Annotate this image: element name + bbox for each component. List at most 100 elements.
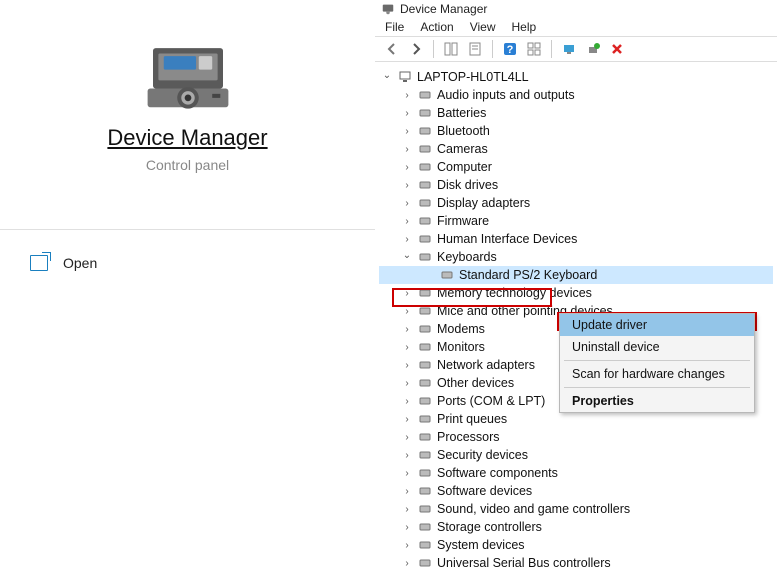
menu-file[interactable]: File (385, 20, 404, 34)
menu-action[interactable]: Action (420, 20, 453, 34)
chevron-icon[interactable] (401, 504, 413, 515)
category-label: Monitors (437, 340, 485, 354)
device-icon (439, 267, 455, 283)
tree-category[interactable]: Universal Serial Bus controllers (379, 554, 773, 572)
category-label: Disk drives (437, 178, 498, 192)
chevron-icon[interactable] (401, 306, 413, 317)
chevron-icon[interactable] (401, 486, 413, 497)
scan-hardware-icon[interactable] (560, 40, 578, 58)
tree-category[interactable]: Software components (379, 464, 773, 482)
category-icon (417, 447, 433, 463)
chevron-icon[interactable] (401, 162, 413, 173)
window-title: Device Manager (400, 2, 487, 16)
category-icon (417, 555, 433, 571)
chevron-down-icon[interactable] (381, 72, 393, 83)
window-titlebar: Device Manager (375, 0, 777, 18)
grid-icon[interactable] (525, 40, 543, 58)
category-label: Memory technology devices (437, 286, 592, 300)
tree-category[interactable]: Sound, video and game controllers (379, 500, 773, 518)
chevron-icon[interactable] (401, 414, 413, 425)
chevron-icon[interactable] (401, 396, 413, 407)
forward-button[interactable] (407, 40, 425, 58)
chevron-icon[interactable] (401, 216, 413, 227)
chevron-icon[interactable] (401, 252, 413, 263)
chevron-icon[interactable] (401, 198, 413, 209)
context-properties[interactable]: Properties (560, 390, 754, 412)
category-icon (417, 87, 433, 103)
control-panel-card[interactable]: Device Manager Control panel (0, 0, 375, 230)
context-update-driver[interactable]: Update driver (560, 314, 754, 336)
tree-category[interactable]: Bluetooth (379, 122, 773, 140)
help-icon[interactable]: ? (501, 40, 519, 58)
chevron-icon[interactable] (401, 432, 413, 443)
category-icon (417, 537, 433, 553)
chevron-icon[interactable] (401, 558, 413, 569)
tree-category[interactable]: Security devices (379, 446, 773, 464)
chevron-icon[interactable] (401, 90, 413, 101)
chevron-icon[interactable] (401, 360, 413, 371)
tree-category[interactable]: Software devices (379, 482, 773, 500)
chevron-icon[interactable] (401, 234, 413, 245)
open-action-row[interactable]: Open (0, 230, 375, 296)
context-menu: Update driver Uninstall device Scan for … (559, 313, 755, 413)
uninstall-icon[interactable] (608, 40, 626, 58)
open-label: Open (63, 255, 97, 271)
control-panel-title[interactable]: Device Manager (107, 125, 267, 151)
category-label: Cameras (437, 142, 488, 156)
category-label: Universal Serial Bus controllers (437, 556, 611, 570)
context-separator (564, 387, 750, 388)
context-uninstall-device[interactable]: Uninstall device (560, 336, 754, 358)
tree-category[interactable]: Batteries (379, 104, 773, 122)
category-icon (417, 465, 433, 481)
context-scan-hardware[interactable]: Scan for hardware changes (560, 363, 754, 385)
menu-bar: File Action View Help (375, 18, 777, 36)
menu-help[interactable]: Help (512, 20, 537, 34)
category-label: Audio inputs and outputs (437, 88, 575, 102)
tree-category[interactable]: Human Interface Devices (379, 230, 773, 248)
tree-category[interactable]: Display adapters (379, 194, 773, 212)
tree-category[interactable]: Storage controllers (379, 518, 773, 536)
tree-category[interactable]: Computer (379, 158, 773, 176)
chevron-icon[interactable] (401, 522, 413, 533)
tree-category[interactable]: Cameras (379, 140, 773, 158)
tree-category[interactable]: System devices (379, 536, 773, 554)
chevron-icon[interactable] (401, 378, 413, 389)
category-label: Print queues (437, 412, 507, 426)
chevron-icon[interactable] (401, 126, 413, 137)
back-button[interactable] (383, 40, 401, 58)
show-hide-tree-icon[interactable] (442, 40, 460, 58)
tree-category[interactable]: Processors (379, 428, 773, 446)
chevron-icon[interactable] (401, 180, 413, 191)
add-legacy-icon[interactable] (584, 40, 602, 58)
chevron-icon[interactable] (401, 540, 413, 551)
toolbar-separator (551, 40, 552, 58)
toolbar-separator (433, 40, 434, 58)
category-label: Firmware (437, 214, 489, 228)
category-icon (417, 105, 433, 121)
device-manager-window: Device Manager File Action View Help ? L… (375, 0, 777, 526)
tree-root-label: LAPTOP-HL0TL4LL (417, 70, 529, 84)
tree-category[interactable]: Firmware (379, 212, 773, 230)
chevron-icon[interactable] (401, 288, 413, 299)
tree-root[interactable]: LAPTOP-HL0TL4LL (379, 68, 773, 86)
tree-category[interactable]: Disk drives (379, 176, 773, 194)
chevron-icon[interactable] (401, 108, 413, 119)
tree-category[interactable]: Keyboards (379, 248, 773, 266)
category-icon (417, 483, 433, 499)
category-icon (417, 177, 433, 193)
tree-device[interactable]: Standard PS/2 Keyboard (379, 266, 773, 284)
chevron-icon[interactable] (401, 324, 413, 335)
category-icon (417, 339, 433, 355)
tree-category[interactable]: Memory technology devices (379, 284, 773, 302)
device-manager-large-icon (143, 40, 233, 110)
category-label: Display adapters (437, 196, 530, 210)
device-label: Standard PS/2 Keyboard (459, 268, 597, 282)
chevron-icon[interactable] (401, 450, 413, 461)
properties-icon[interactable] (466, 40, 484, 58)
chevron-icon[interactable] (401, 144, 413, 155)
tree-category[interactable]: Audio inputs and outputs (379, 86, 773, 104)
chevron-icon[interactable] (401, 468, 413, 479)
device-tree[interactable]: LAPTOP-HL0TL4LL Audio inputs and outputs… (375, 62, 777, 578)
menu-view[interactable]: View (470, 20, 496, 34)
chevron-icon[interactable] (401, 342, 413, 353)
